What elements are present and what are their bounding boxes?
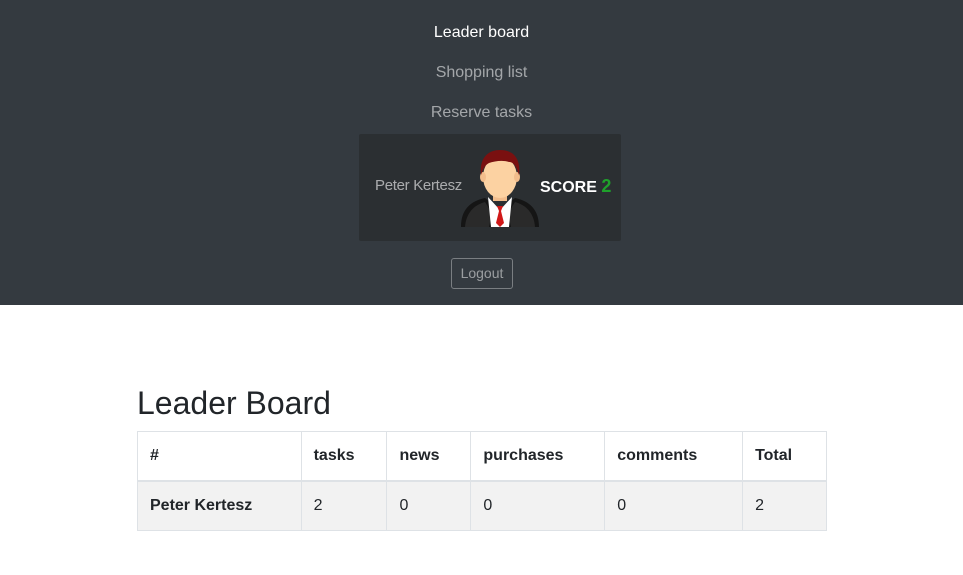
score: SCORE 2 [540, 176, 611, 198]
cell-tasks: 2 [300, 480, 388, 531]
nav-link-reserve-tasks[interactable]: Reserve tasks [0, 103, 963, 123]
cell-name: Peter Kertesz [137, 480, 302, 531]
table-row: Peter Kertesz 2 0 0 0 2 [137, 480, 827, 531]
score-label: SCORE [540, 179, 597, 196]
score-value: 2 [601, 176, 612, 196]
column-header-total: Total [742, 431, 827, 482]
column-header-comments: comments [604, 431, 744, 482]
nav-link-shopping-list[interactable]: Shopping list [0, 63, 963, 83]
page-title: Leader Board [137, 385, 331, 421]
cell-comments: 0 [604, 480, 744, 531]
user-card: Peter Kertesz SCORE 2 [359, 134, 621, 241]
column-header-tasks: tasks [300, 431, 388, 482]
cell-total: 2 [742, 480, 827, 531]
cell-purchases: 0 [470, 480, 606, 531]
column-header-purchases: purchases [470, 431, 606, 482]
column-header-news: news [386, 431, 472, 482]
leader-board-table: # tasks news purchases comments Total Pe… [137, 431, 827, 531]
table-header-row: # tasks news purchases comments Total [137, 431, 827, 482]
user-name: Peter Kertesz [375, 177, 462, 194]
column-header-rank: # [137, 431, 302, 482]
nav-link-leader-board[interactable]: Leader board [0, 23, 963, 43]
logout-button[interactable]: Logout [451, 258, 513, 289]
cell-news: 0 [386, 480, 472, 531]
navbar: Leader board Shopping list Reserve tasks… [0, 0, 963, 305]
businessman-avatar-icon [461, 150, 539, 227]
